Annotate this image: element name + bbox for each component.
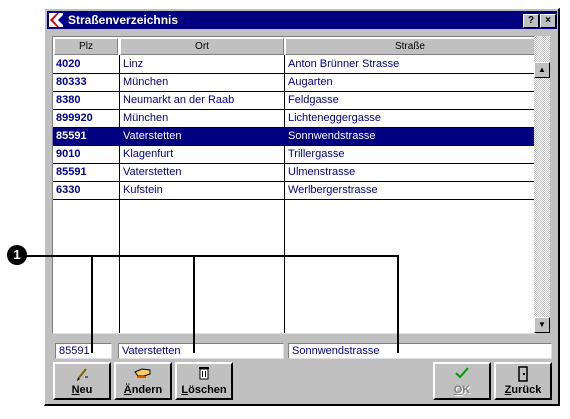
ort-cell: Linz (123, 58, 144, 70)
table-row[interactable]: 8380 Neumarkt an der Raab Feldgasse (53, 92, 535, 109)
ort-cell: München (123, 76, 169, 88)
ok-button-mnemonic: O (453, 384, 463, 396)
edit-button-mnemonic: Ä (123, 384, 132, 396)
ok-button[interactable]: OK (433, 362, 491, 400)
table-row[interactable]: 6330 Kufstein Werlbergerstrasse (53, 182, 535, 199)
plz-cell: 8380 (56, 94, 81, 106)
plz-cell: 9010 (56, 148, 81, 160)
hand-icon (116, 366, 170, 384)
plz-cell: 80333 (56, 76, 87, 88)
table-row[interactable]: 9010 Klagenfurt Trillergasse (53, 146, 535, 163)
strasse-cell: Trillergasse (288, 148, 345, 160)
ort-cell: Vaterstetten (123, 166, 182, 178)
back-button[interactable]: Zurück (494, 362, 552, 400)
ort-input[interactable]: Vaterstetten (118, 343, 284, 359)
ort-cell: München (123, 112, 169, 124)
ok-button-label: K (462, 384, 471, 396)
plz-cell: 899920 (56, 112, 93, 124)
help-button[interactable]: ? (523, 14, 539, 28)
delete-button-label: öschen (188, 384, 227, 396)
ort-cell: Neumarkt an der Raab (123, 94, 235, 106)
strasse-cell: Augarten (288, 76, 333, 88)
street-table: Plz Ort Straße 4020 Linz Anton Brünner Str… (52, 36, 536, 334)
strasse-cell: Feldgasse (288, 94, 339, 106)
plz-input[interactable]: 85591 (55, 343, 112, 359)
table-row[interactable]: 85591 Vaterstetten Ulmenstrasse (53, 164, 535, 181)
callout-leader-line (193, 255, 195, 353)
column-header-ort[interactable]: Ort (120, 38, 284, 55)
callout-leader-line (397, 255, 399, 353)
strasse-cell: Sonnwendstrasse (288, 130, 376, 142)
edit-button[interactable]: Ändern (114, 362, 172, 400)
column-header-plz[interactable]: Plz (54, 38, 118, 55)
ort-cell: Klagenfurt (123, 148, 174, 160)
app-logo-icon (49, 13, 63, 27)
strasse-cell: Lichteneggergasse (288, 112, 381, 124)
ort-cell: Vaterstetten (123, 130, 182, 142)
callout-number-badge: 1 (7, 245, 27, 265)
delete-button[interactable]: Löschen (175, 362, 233, 400)
callout-leader-line (20, 255, 399, 257)
table-row[interactable]: 4020 Linz Anton Brünner Strasse (53, 56, 535, 73)
plz-cell: 85591 (56, 130, 87, 142)
trash-icon (177, 366, 231, 384)
row-divider (53, 199, 535, 200)
plz-cell: 6330 (56, 184, 81, 196)
callout-leader-line (91, 255, 93, 353)
plz-cell: 85591 (56, 166, 87, 178)
strasse-cell: Anton Brünner Strasse (288, 58, 400, 70)
vertical-scrollbar[interactable]: ▲ ▼ (534, 36, 550, 333)
pencil-icon (55, 366, 109, 384)
scroll-up-arrow-icon[interactable]: ▲ (534, 62, 550, 78)
strasse-cell: Ulmenstrasse (288, 166, 356, 178)
new-button-mnemonic: N (71, 384, 80, 396)
table-row[interactable]: 85591 Vaterstetten Sonnwendstrasse (53, 128, 535, 145)
new-button-label: eu (79, 384, 93, 396)
title-bar[interactable]: Straßenverzeichnis ? × (47, 11, 557, 29)
edit-button-label: ndern (131, 384, 163, 396)
new-button[interactable]: Neu (53, 362, 111, 400)
window-title: Straßenverzeichnis (68, 13, 179, 27)
plz-cell: 4020 (56, 58, 81, 70)
dialog-window: Straßenverzeichnis ? × Plz Ort Straße 40… (44, 8, 560, 406)
ort-cell: Kufstein (123, 184, 163, 196)
back-button-label: urück (511, 384, 542, 396)
column-header-strasse[interactable]: Straße (285, 38, 535, 55)
strasse-input[interactable]: Sonnwendstrasse (288, 343, 552, 359)
close-button[interactable]: × (540, 14, 556, 28)
checkmark-icon (435, 366, 489, 384)
table-row[interactable]: 899920 München Lichteneggergasse (53, 110, 535, 127)
strasse-cell: Werlbergerstrasse (288, 184, 378, 196)
scroll-down-arrow-icon[interactable]: ▼ (534, 317, 550, 333)
door-icon (496, 366, 550, 384)
table-row[interactable]: 80333 München Augarten (53, 74, 535, 91)
